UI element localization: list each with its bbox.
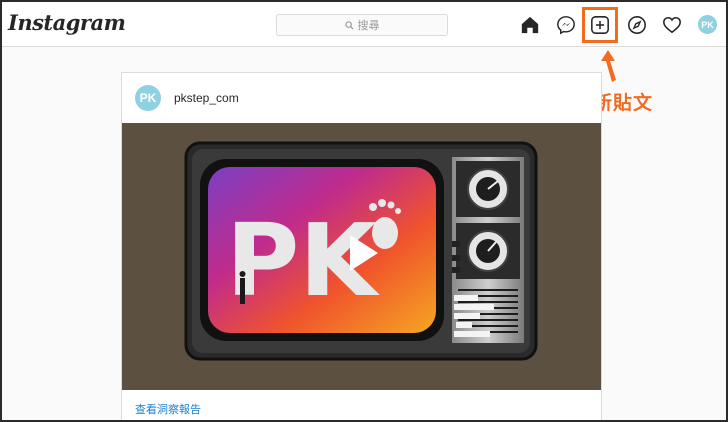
post-video[interactable]: PK xyxy=(122,123,601,390)
profile-avatar[interactable]: PK xyxy=(698,15,717,34)
home-icon[interactable] xyxy=(519,14,541,36)
search-placeholder: 搜尋 xyxy=(357,20,380,32)
view-insights-link[interactable]: 查看洞察報告 xyxy=(135,401,201,417)
new-post-icon[interactable] xyxy=(589,14,611,36)
heart-icon[interactable] xyxy=(661,14,683,36)
search-input[interactable]: 搜尋 xyxy=(276,14,448,36)
post-username[interactable]: pkstep_com xyxy=(174,91,239,105)
search-icon xyxy=(344,20,354,30)
instagram-logo[interactable]: Instagram xyxy=(8,10,126,35)
top-navigation-bar: Instagram 搜尋 PK xyxy=(2,2,726,47)
messenger-icon[interactable] xyxy=(555,14,577,36)
post-avatar[interactable]: PK xyxy=(135,85,161,111)
post-header: PK pkstep_com xyxy=(122,73,601,123)
screenshot-frame: Instagram 搜尋 PK 上傳新貼文 PK pkstep_com PK 查… xyxy=(0,0,728,422)
explore-icon[interactable] xyxy=(626,14,648,36)
feed-post: PK pkstep_com PK 查看洞察報告 xyxy=(121,72,602,420)
tv-illustration: PK xyxy=(122,123,601,390)
